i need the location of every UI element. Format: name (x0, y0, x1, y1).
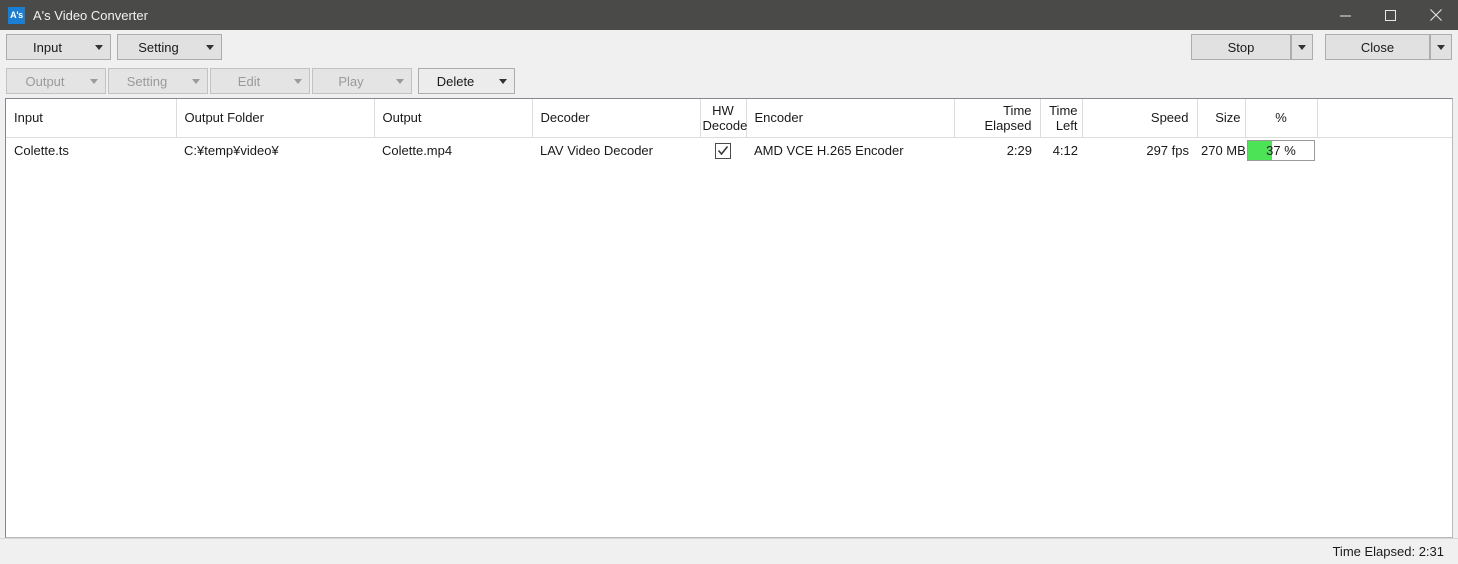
cell-filler (1317, 137, 1452, 163)
chevron-down-icon (192, 78, 200, 84)
column-header-hw-decode[interactable]: HW Decode (700, 99, 748, 138)
input-button-label: Input (33, 39, 62, 55)
table-body: Colette.ts C:¥temp¥video¥ Colette.mp4 LA… (6, 137, 1452, 163)
cell-input: Colette.ts (14, 142, 69, 158)
table-header-row: Input Output Folder Output Decoder HW De… (6, 99, 1452, 138)
column-header-time-left-line2: Left (1055, 117, 1078, 133)
column-header-output[interactable]: Output (374, 99, 533, 138)
cell-time-left: 4:12 (1052, 142, 1078, 158)
cell-size: 270 MB (1201, 142, 1245, 158)
minimize-button[interactable] (1323, 0, 1368, 30)
stop-dropdown-toggle[interactable] (1291, 34, 1313, 60)
chevron-down-icon (95, 44, 103, 50)
column-header-time-elapsed-line2: Elapsed (984, 117, 1032, 133)
cell-output-folder: C:¥temp¥video¥ (184, 142, 279, 158)
column-header-time-elapsed-line1: Time (1003, 102, 1032, 118)
column-header-percent[interactable]: % (1245, 99, 1318, 138)
column-header-speed[interactable]: Speed (1082, 99, 1198, 138)
close-button[interactable] (1413, 0, 1458, 30)
chevron-down-icon (1437, 44, 1445, 50)
app-icon: A's (8, 6, 25, 24)
hw-decode-checkbox[interactable] (715, 142, 731, 159)
setting-dropdown-toggle[interactable] (199, 35, 221, 59)
status-bar-text: Time Elapsed: 2:31 (1332, 544, 1444, 559)
edit-button-label: Edit (237, 73, 261, 89)
table-row[interactable]: Colette.ts C:¥temp¥video¥ Colette.mp4 LA… (6, 137, 1452, 163)
cell-time-elapsed: 2:29 (1006, 142, 1032, 158)
conversion-queue-table: Input Output Folder Output Decoder HW De… (6, 99, 1452, 163)
column-header-time-left[interactable]: Time Left (1040, 99, 1083, 138)
column-header-size[interactable]: Size (1197, 99, 1246, 138)
column-header-hw-decode-line1: HW (712, 102, 734, 118)
delete-button[interactable]: Delete (418, 68, 515, 94)
status-bar: Time Elapsed: 2:31 (0, 538, 1458, 564)
maximize-button[interactable] (1368, 0, 1413, 30)
conversion-queue-list[interactable]: Input Output Folder Output Decoder HW De… (5, 98, 1453, 538)
chevron-down-icon (206, 44, 214, 50)
row-setting-button-label: Setting (126, 73, 168, 89)
setting-button-label: Setting (138, 39, 179, 55)
chevron-down-icon (396, 78, 404, 84)
progress-bar: 37 % (1247, 139, 1315, 161)
primary-toolbar-right: Stop Close (1191, 34, 1452, 60)
column-header-output-folder[interactable]: Output Folder (176, 99, 375, 138)
column-header-encoder[interactable]: Encoder (746, 99, 955, 138)
column-header-input[interactable]: Input (6, 99, 177, 138)
progress-bar-label: 37 % (1266, 142, 1296, 158)
input-button[interactable]: Input (6, 34, 111, 60)
check-icon (717, 145, 729, 155)
column-header-filler (1317, 99, 1452, 138)
minimize-icon (1340, 15, 1351, 16)
input-dropdown-toggle[interactable] (88, 35, 110, 59)
cell-percent: 37 % (1245, 137, 1317, 163)
delete-dropdown-toggle[interactable] (492, 69, 514, 93)
secondary-toolbar: Output Setting Edit Play Delete (0, 64, 1458, 98)
play-dropdown-toggle[interactable] (389, 69, 411, 93)
title-bar: A's A's Video Converter (0, 0, 1458, 30)
chevron-down-icon (294, 78, 302, 84)
chevron-down-icon (499, 78, 507, 84)
play-button-label: Play (338, 73, 364, 89)
cell-encoder: AMD VCE H.265 Encoder (754, 142, 904, 158)
chevron-down-icon (90, 78, 98, 84)
edit-dropdown-toggle[interactable] (287, 69, 309, 93)
primary-toolbar: Input Setting Stop Close (0, 30, 1458, 64)
play-button[interactable]: Play (312, 68, 412, 94)
cell-decoder: LAV Video Decoder (540, 142, 653, 158)
column-header-time-elapsed[interactable]: Time Elapsed (954, 99, 1041, 138)
app-window: A's A's Video Converter Input Setting St… (0, 0, 1458, 564)
setting-button[interactable]: Setting (117, 34, 222, 60)
close-icon (1429, 9, 1442, 21)
output-button[interactable]: Output (6, 68, 106, 94)
output-dropdown-toggle[interactable] (83, 69, 105, 93)
window-title: A's Video Converter (33, 7, 148, 23)
column-header-decoder[interactable]: Decoder (532, 99, 701, 138)
close-action-button[interactable]: Close (1325, 34, 1430, 60)
row-setting-dropdown-toggle[interactable] (185, 69, 207, 93)
stop-button[interactable]: Stop (1191, 34, 1291, 60)
chevron-down-icon (1298, 44, 1306, 50)
output-button-label: Output (25, 73, 65, 89)
row-setting-button[interactable]: Setting (108, 68, 208, 94)
cell-hw-decode[interactable] (700, 137, 746, 163)
maximize-icon (1385, 9, 1396, 21)
close-dropdown-toggle[interactable] (1430, 34, 1452, 60)
column-header-hw-decode-line2: Decode (702, 117, 748, 133)
cell-output: Colette.mp4 (382, 142, 453, 158)
delete-button-label: Delete (436, 73, 475, 89)
edit-button[interactable]: Edit (210, 68, 310, 94)
window-controls (1323, 0, 1458, 30)
column-header-time-left-line1: Time (1049, 102, 1078, 118)
cell-speed: 297 fps (1146, 142, 1189, 158)
